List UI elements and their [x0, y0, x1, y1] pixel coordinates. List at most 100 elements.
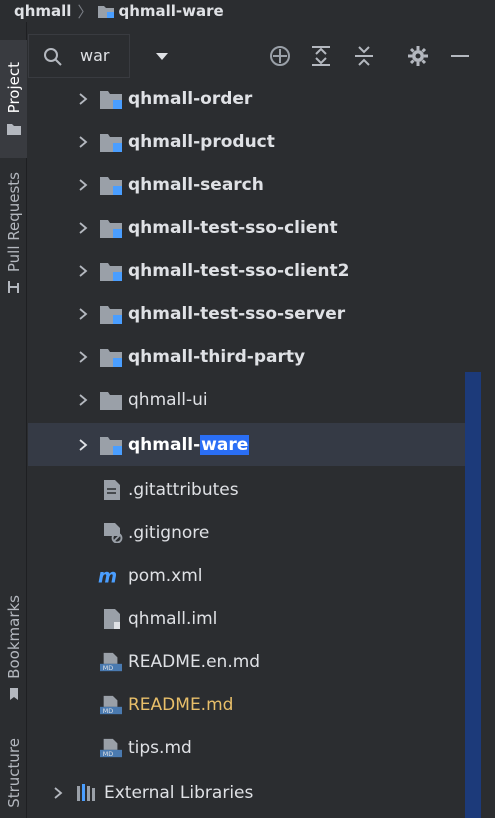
- tree-row-module[interactable]: qhmall-search: [28, 163, 465, 206]
- breadcrumb-root[interactable]: qhmall: [14, 2, 71, 20]
- module-folder-icon: [100, 305, 122, 324]
- tree-row-module[interactable]: qhmall-test-sso-client2: [28, 249, 465, 292]
- tree-row-file[interactable]: MD tips.md: [28, 726, 465, 769]
- tree-row-file[interactable]: MD README.en.md: [28, 640, 465, 683]
- chevron-down-icon: [156, 53, 168, 60]
- bookmark-icon: [9, 687, 18, 700]
- tool-window-strip: Project Pull Requests Bookmarks Structur…: [0, 22, 27, 818]
- tree-label: qhmall-third-party: [128, 346, 306, 367]
- expand-all-button[interactable]: [309, 44, 333, 68]
- tree-label: qhmall-order: [128, 88, 253, 109]
- breadcrumb-current[interactable]: qhmall-ware: [118, 2, 223, 20]
- tree-row-folder[interactable]: qhmall-ui: [28, 378, 465, 421]
- search-box[interactable]: [28, 34, 140, 78]
- tree-label: qhmall-test-sso-client2: [128, 260, 350, 281]
- chevron-right-icon[interactable]: [76, 92, 90, 106]
- tab-structure-label: Structure: [4, 738, 23, 808]
- tree-label: .gitattributes: [128, 479, 239, 500]
- scrollbar[interactable]: [465, 372, 481, 818]
- view-dropdown-button[interactable]: [150, 44, 174, 68]
- tree-label: tips.md: [128, 737, 192, 758]
- tab-bookmarks-label: Bookmarks: [4, 595, 23, 679]
- search-icon: [44, 48, 62, 66]
- chevron-right-icon[interactable]: [76, 307, 90, 321]
- markdown-file-icon: MD: [100, 695, 122, 715]
- tree-label: pom.xml: [128, 565, 203, 586]
- tree-row-file[interactable]: .gitignore: [28, 511, 465, 554]
- markdown-file-icon: MD: [100, 738, 122, 758]
- collapse-all-icon: [355, 46, 373, 66]
- module-folder-icon: [100, 90, 122, 109]
- tree-label: qhmall-ui: [128, 389, 208, 410]
- svg-text:MD: MD: [103, 750, 114, 758]
- search-match-highlight: ware: [200, 434, 250, 455]
- tree-label: qhmall-test-sso-server: [128, 303, 346, 324]
- chevron-right-icon[interactable]: [76, 264, 90, 278]
- tree-label: qhmall-ware: [128, 434, 250, 455]
- tree-row-selected[interactable]: qhmall-ware: [28, 423, 465, 466]
- locate-button[interactable]: [268, 44, 292, 68]
- module-folder-icon: [100, 219, 122, 238]
- tab-bookmarks[interactable]: Bookmarks: [0, 588, 27, 708]
- breadcrumb: qhmall 〉 qhmall-ware: [0, 0, 495, 22]
- tree-label: qhmall.iml: [128, 608, 218, 629]
- tab-pull-requests-label: Pull Requests: [4, 171, 23, 273]
- svg-text:MD: MD: [103, 707, 114, 715]
- collapse-all-button[interactable]: [352, 44, 376, 68]
- module-folder-icon: [98, 5, 115, 18]
- pull-request-icon: [7, 281, 19, 294]
- module-folder-icon: [100, 348, 122, 367]
- svg-text:m: m: [98, 566, 117, 586]
- text-file-icon: [104, 479, 120, 500]
- tab-structure[interactable]: Structure: [0, 730, 27, 816]
- tab-project-label: Project: [4, 62, 23, 114]
- maven-icon: m: [98, 566, 117, 586]
- folder-icon: [100, 391, 122, 410]
- markdown-file-icon: MD: [100, 652, 122, 672]
- module-folder-icon: [100, 262, 122, 281]
- tree-label: README.en.md: [128, 651, 261, 672]
- tab-pull-requests[interactable]: Pull Requests: [0, 158, 27, 308]
- chevron-right-icon[interactable]: [76, 135, 90, 149]
- tab-project[interactable]: Project: [0, 40, 27, 158]
- chevron-right-icon[interactable]: [76, 221, 90, 235]
- tree-row-module[interactable]: qhmall-third-party: [28, 335, 465, 378]
- chevron-right-icon[interactable]: [76, 438, 90, 452]
- module-folder-icon: [100, 176, 122, 195]
- crosshair-icon: [270, 46, 290, 66]
- tree-row-file[interactable]: m pom.xml: [28, 554, 465, 597]
- chevron-right-icon[interactable]: [76, 178, 90, 192]
- svg-text:MD: MD: [103, 664, 114, 672]
- search-input[interactable]: [80, 46, 140, 65]
- tree-label: .gitignore: [128, 522, 210, 543]
- breadcrumb-separator: 〉: [77, 2, 93, 21]
- minimize-icon: [451, 55, 469, 57]
- tree-row-file[interactable]: MD README.md: [28, 683, 465, 726]
- module-folder-icon: [100, 436, 122, 455]
- tree-label: README.md: [128, 694, 234, 715]
- tree-row-module[interactable]: qhmall-test-sso-server: [28, 292, 465, 335]
- label-prefix: qhmall-: [128, 434, 201, 455]
- tree-label: External Libraries: [104, 782, 254, 803]
- tree-row-file[interactable]: .gitattributes: [28, 468, 465, 511]
- chevron-right-icon[interactable]: [51, 786, 65, 800]
- settings-button[interactable]: [406, 44, 430, 68]
- tree-row-module[interactable]: qhmall-order: [28, 77, 465, 120]
- tree-row-module[interactable]: qhmall-product: [28, 120, 465, 163]
- chevron-right-icon[interactable]: [76, 393, 90, 407]
- tree-row-file[interactable]: qhmall.iml: [28, 597, 465, 640]
- folder-icon: [6, 123, 21, 135]
- hide-panel-button[interactable]: [448, 44, 472, 68]
- tree-row-external-libraries[interactable]: External Libraries: [28, 771, 465, 814]
- tree-row-module[interactable]: qhmall-test-sso-client: [28, 206, 465, 249]
- project-panel: qhmall-order qhmall-product qhmall-searc…: [28, 22, 495, 818]
- module-folder-icon: [100, 133, 122, 152]
- chevron-right-icon[interactable]: [76, 350, 90, 364]
- tree-label: qhmall-test-sso-client: [128, 217, 338, 238]
- project-toolbar: [28, 34, 495, 78]
- iml-file-icon: [104, 608, 120, 629]
- expand-all-icon: [312, 46, 330, 66]
- gear-icon: [408, 46, 428, 66]
- ignore-file-icon: [104, 522, 123, 543]
- tree-label: qhmall-search: [128, 174, 264, 195]
